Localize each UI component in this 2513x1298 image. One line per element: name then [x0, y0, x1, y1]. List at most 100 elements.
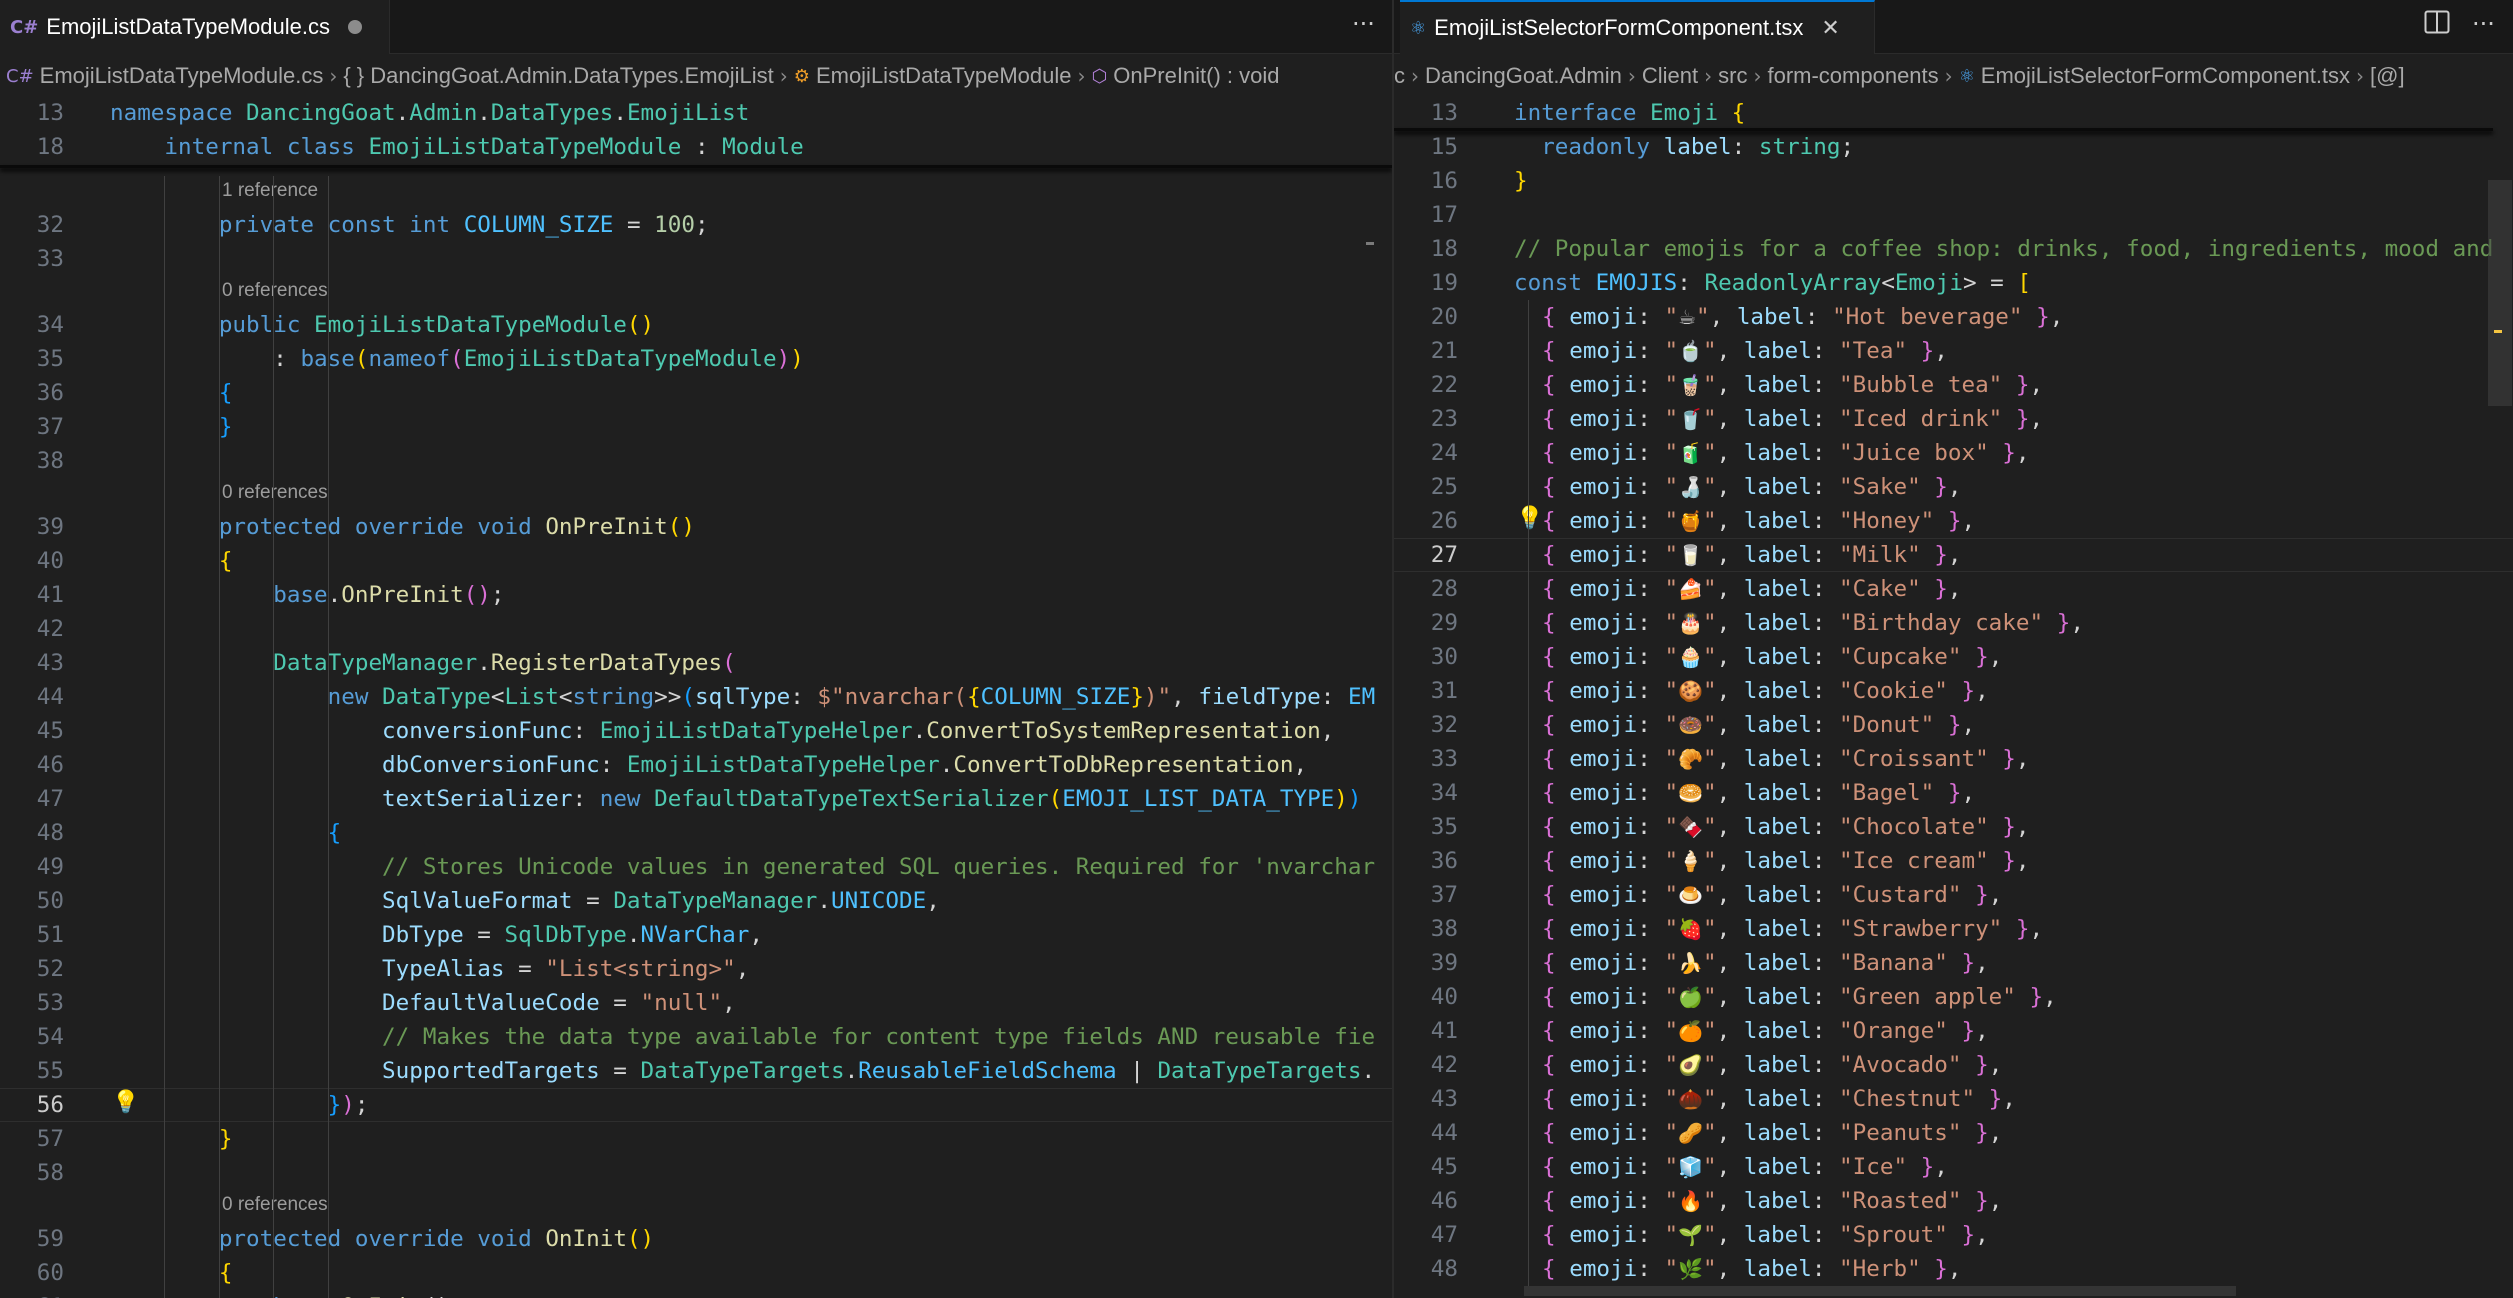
code-token: () [463, 582, 491, 608]
breadcrumb-item[interactable]: Client [1642, 63, 1698, 89]
breadcrumb-item[interactable]: form-components [1767, 63, 1938, 89]
code-token: emoji [1569, 1120, 1638, 1146]
line-number: 43 [36, 650, 64, 676]
code-token: emoji [1569, 1154, 1638, 1180]
tab-emoji-list-data-type-module[interactable]: C# EmojiListDataTypeModule.cs [0, 0, 390, 54]
code-token: ConvertToSystemRepresentation [926, 718, 1321, 744]
emoji-label: Ice [1852, 1154, 1894, 1180]
code-token: : [1811, 814, 1840, 840]
line-number: 50 [36, 888, 64, 914]
code-token: string [572, 684, 655, 710]
code-token: " [1702, 848, 1717, 874]
codelens-references[interactable]: 0 references [222, 478, 328, 508]
codelens-references[interactable]: 0 references [222, 1190, 328, 1220]
line-number: 36 [1430, 848, 1458, 874]
line-number: 33 [1430, 746, 1458, 772]
breadcrumb-item[interactable]: EmojiListDataTypeModule.cs [40, 63, 324, 89]
code-token: " [1702, 542, 1717, 568]
code-token: , [1716, 1018, 1744, 1044]
horizontal-scrollbar[interactable] [1524, 1286, 2236, 1296]
indent-guide [327, 176, 329, 1298]
line-number: 54 [36, 1024, 64, 1050]
code-token: : [1637, 576, 1665, 602]
code-token: " [1702, 338, 1717, 364]
lightbulb-icon[interactable]: 💡 [1516, 506, 1543, 531]
code-token: " [1839, 780, 1853, 806]
breadcrumb-item[interactable]: OnPreInit() : void [1113, 63, 1279, 89]
indent-guide [273, 176, 275, 1298]
unsaved-dot-icon[interactable] [347, 20, 362, 34]
code-token: void [477, 1226, 546, 1252]
code-token: " [1664, 746, 1679, 772]
code-token: " [1839, 1086, 1853, 1112]
code-token: label [1743, 610, 1812, 636]
code-token: " [1839, 1120, 1853, 1146]
codelens-references[interactable]: 0 references [222, 276, 328, 306]
split-editor-icon[interactable] [2424, 10, 2450, 40]
code-token: emoji [1569, 1256, 1638, 1282]
emoji-glyph: 🧊 [1678, 1155, 1703, 1179]
code-token: " [1702, 1018, 1717, 1044]
breadcrumb-item[interactable]: [@] [2370, 63, 2405, 89]
left-tab-bar: C# EmojiListDataTypeModule.cs ··· [0, 0, 1392, 54]
more-actions-icon[interactable]: ··· [1352, 10, 1375, 38]
code-token: " [1947, 882, 1962, 908]
line-number: 55 [36, 1058, 64, 1084]
code-token: OnPreInit [341, 582, 464, 608]
breadcrumb-item[interactable]: c [1394, 63, 1405, 89]
breadcrumb-item[interactable]: EmojiListSelectorFormComponent.tsx [1981, 63, 2350, 89]
code-token: " [1664, 712, 1679, 738]
line-number: 33 [36, 246, 64, 272]
code-token: " [1664, 610, 1679, 636]
code-token: , [1961, 780, 1976, 806]
code-token: = [463, 922, 505, 948]
code-token: : [1637, 882, 1665, 908]
emoji-glyph: 🍰 [1678, 577, 1703, 601]
code-token: : [790, 684, 818, 710]
more-actions-icon[interactable]: ··· [2472, 10, 2495, 38]
codelens-references[interactable]: 1 reference [222, 176, 318, 206]
breadcrumb-item[interactable]: { } DancingGoat.Admin.DataTypes.EmojiLis… [343, 63, 773, 89]
code-token: " [1664, 1256, 1679, 1282]
code-token: new [110, 684, 383, 710]
emoji-label: Tea [1852, 338, 1894, 364]
code-token: label [1743, 1222, 1812, 1248]
code-token: ) [1347, 786, 1362, 812]
code-token: emoji [1569, 950, 1638, 976]
emoji-glyph: 🥑 [1678, 1053, 1703, 1077]
lightbulb-icon[interactable]: 💡 [112, 1090, 139, 1115]
code-line: 41 base.OnPreInit(); [0, 578, 1392, 612]
code-line: 53 DefaultValueCode = "null", [0, 986, 1392, 1020]
code-editor-left[interactable]: 13 namespace DancingGoat.Admin.DataTypes.… [0, 96, 1392, 1298]
code-token: , [1716, 1154, 1744, 1180]
code-token: } [1947, 678, 1976, 704]
line-number: 34 [36, 312, 64, 338]
code-editor-right[interactable]: 13 interface Emoji {15 readonly label: st… [1394, 96, 2513, 1298]
tab-emoji-list-selector-form-component[interactable]: ⚛ EmojiListSelectorFormComponent.tsx ✕ [1400, 0, 1875, 54]
code-token: " [1934, 1222, 1948, 1248]
breadcrumb-item[interactable]: EmojiListDataTypeModule [816, 63, 1072, 89]
close-icon[interactable]: ✕ [1821, 16, 1839, 41]
code-token: " [1920, 712, 1935, 738]
code-token: " [1664, 644, 1679, 670]
code-line: 42{ emoji: "🥑", label: "Avocado" }, [1394, 1048, 2513, 1082]
code-token: " [1664, 440, 1679, 466]
code-token: label [1743, 916, 1812, 942]
code-token: : [1811, 1188, 1840, 1214]
code-text: { emoji: "🍊", label: "Orange" }, [1542, 1014, 1989, 1048]
breadcrumb-item[interactable]: src [1718, 63, 1747, 89]
code-token: : [1811, 1018, 1840, 1044]
code-token: : [1811, 338, 1840, 364]
vertical-scrollbar[interactable] [2488, 180, 2512, 406]
code-token: emoji [1569, 746, 1638, 772]
code-token: [ [2017, 270, 2031, 296]
code-text: readonly label: string; [1514, 130, 1854, 164]
line-number: 24 [1430, 440, 1458, 466]
code-token: OnInit [341, 1294, 423, 1298]
code-line: 47 textSerializer: new DefaultDataTypeTe… [0, 782, 1392, 816]
code-token: label [1743, 1256, 1812, 1282]
code-token: : [1637, 1120, 1665, 1146]
code-token: { [1542, 576, 1570, 602]
breadcrumb-item[interactable]: DancingGoat.Admin [1425, 63, 1622, 89]
overview-ruler-marker [2494, 330, 2502, 333]
